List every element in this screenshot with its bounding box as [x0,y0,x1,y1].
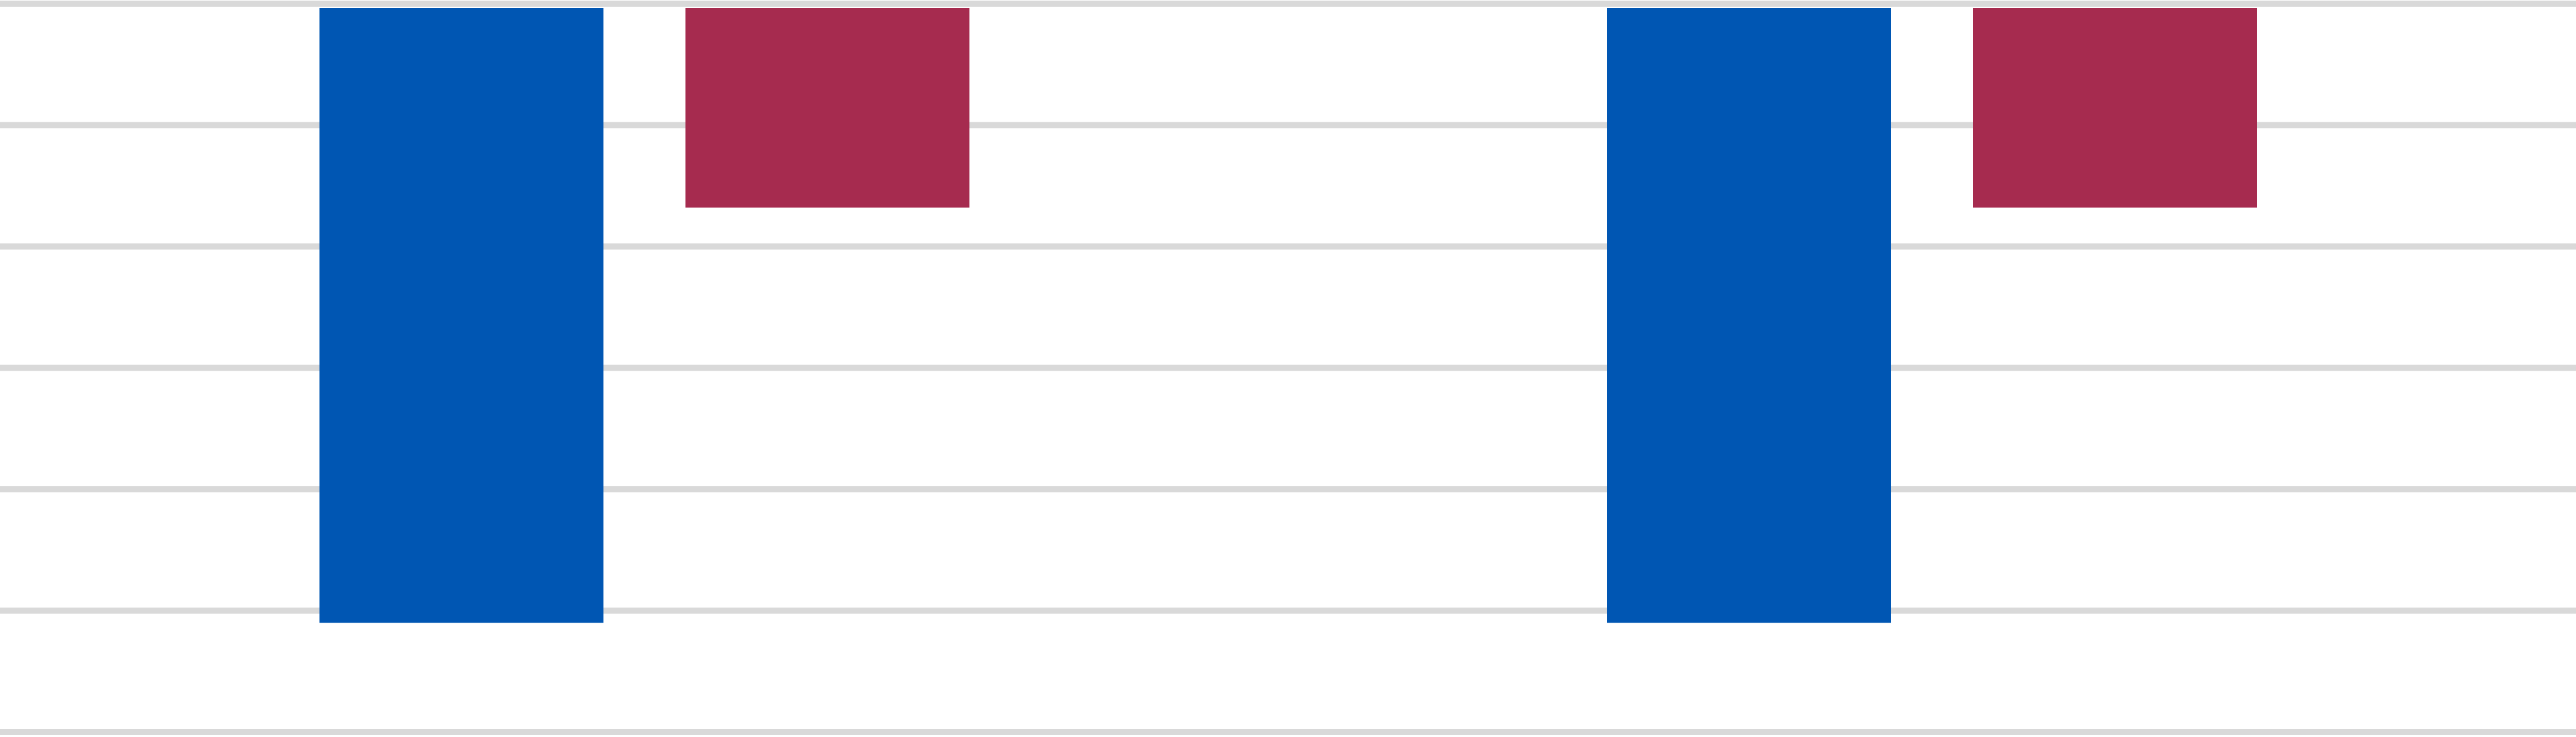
chart-container [0,0,2576,737]
bar-chart [0,1,2576,735]
bar-series-1-category-2 [1607,8,1891,623]
bar-series-1-category-1 [319,8,603,623]
bars [319,8,2257,623]
bar-series-2-category-1 [685,8,969,208]
bar-series-2-category-2 [1973,8,2257,208]
